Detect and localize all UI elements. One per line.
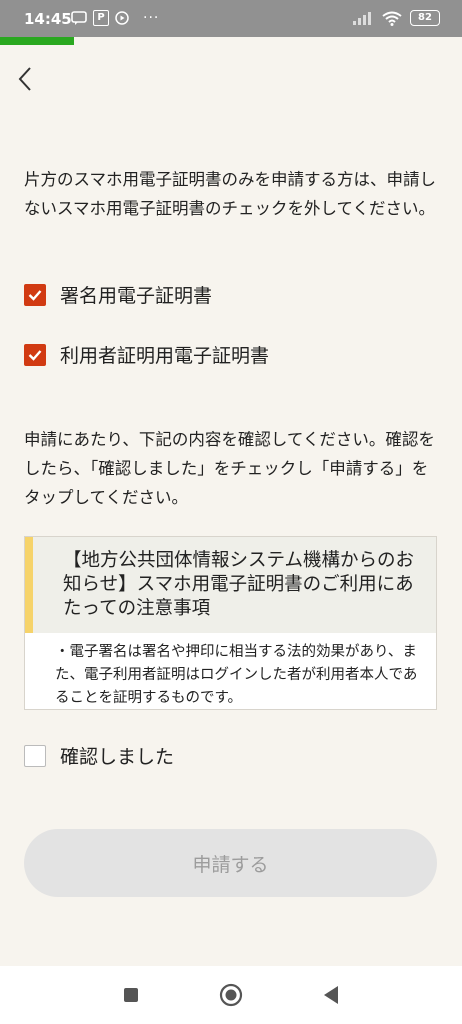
square-icon [124,988,138,1002]
checkbox-checked-icon[interactable] [24,343,46,366]
notice-body: ・電子署名は署名や押印に相当する法的効果があり、また、電子利用者証明はログインし… [55,644,418,706]
media-play-icon [115,11,129,25]
chevron-left-icon [18,67,31,91]
home-circle-icon [219,983,243,1007]
signal-icon [353,12,371,25]
confirm-label: 確認しました [60,746,175,768]
checkbox-checked-icon[interactable] [24,283,46,306]
notification-icons: P ··· [71,10,159,26]
battery-icon: 82 [410,10,440,26]
more-notifications-icon: ··· [143,10,160,26]
confirm-checkbox-row[interactable]: 確認しました [24,742,174,769]
notice-box: 【地方公共団体情報システム機構からのお知らせ】スマホ用電子証明書のご利用にあたっ… [24,536,437,710]
status-bar: 14:45 P ··· 82 [0,0,462,37]
status-time: 14:45 [24,10,72,28]
back-nav-button[interactable] [319,983,343,1007]
back-button[interactable] [12,64,42,94]
intro-text: 片方のスマホ用電子証明書のみを申請する方は、申請しないスマホ用電子証明書のチェッ… [24,170,437,218]
home-button[interactable] [219,983,243,1007]
progress-fill [0,37,74,45]
apply-button[interactable]: 申請する [24,829,437,897]
instruction-text: 申請にあたり、下記の内容を確認してください。確認をしたら、「確認しました」をチェ… [24,430,435,507]
certificate-label: 署名用電子証明書 [60,285,213,307]
triangle-back-icon [324,986,338,1004]
pay-icon: P [93,10,109,26]
wifi-icon [382,11,402,26]
message-icon [71,11,87,25]
recent-apps-button[interactable] [119,983,143,1007]
certificate-label: 利用者証明用電子証明書 [60,345,270,367]
navigation-bar [0,966,462,1024]
certificate-option-signature[interactable]: 署名用電子証明書 [24,281,212,308]
system-icons: 82 [352,10,440,26]
certificate-option-user[interactable]: 利用者証明用電子証明書 [24,341,269,368]
checkbox-unchecked-icon[interactable] [24,744,46,767]
notice-title: 【地方公共団体情報システム機構からのお知らせ】スマホ用電子証明書のご利用にあたっ… [25,537,436,633]
progress-bar [0,37,462,45]
